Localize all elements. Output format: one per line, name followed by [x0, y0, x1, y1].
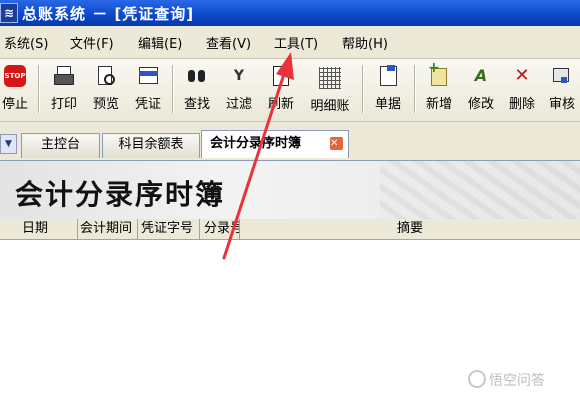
document-icon	[377, 65, 399, 87]
page-title: 会计分录序时簿	[15, 178, 226, 211]
filter-icon: Y	[233, 68, 245, 84]
menu-file[interactable]: 文件(F)	[70, 33, 114, 52]
menu-help[interactable]: 帮助(H)	[342, 33, 388, 52]
toolbar: STOP 停止 打印 预览 凭证 查找 Y 过滤 刷新 明细账 单据 新增	[0, 59, 580, 122]
banner-decoration	[380, 161, 580, 219]
toolbar-separator	[38, 65, 39, 113]
tab-label: 会计分录序时簿	[210, 136, 302, 151]
watermark: 悟空问答	[468, 370, 545, 390]
tab-account-balance[interactable]: 科目余额表	[102, 133, 200, 158]
audit-icon	[551, 65, 573, 87]
watermark-text: 悟空问答	[489, 373, 545, 389]
menu-edit[interactable]: 编辑(E)	[138, 33, 182, 52]
ledger-grid-icon	[319, 67, 341, 89]
column-header-period[interactable]: 会计期间	[78, 219, 138, 239]
menu-tools[interactable]: 工具(T)	[274, 33, 318, 52]
audit-button[interactable]: 审核	[546, 65, 578, 115]
tab-journal-entries[interactable]: 会计分录序时簿 ✕	[201, 130, 349, 158]
grid-header: 日期 会计期间 凭证字号 分录号 摘要	[0, 219, 580, 240]
menu-bar: 系统(S) 文件(F) 编辑(E) 查看(V) 工具(T) 帮助(H)	[0, 26, 580, 59]
ledger-button[interactable]: 明细账	[307, 65, 353, 115]
preview-label: 预览	[92, 97, 119, 112]
refresh-label: 刷新	[267, 97, 294, 112]
stop-icon: STOP	[4, 65, 26, 87]
stop-button[interactable]: STOP 停止	[0, 65, 30, 115]
window-titlebar: ≋ 总账系统 － [凭证查询]	[0, 0, 580, 26]
printer-icon	[53, 65, 75, 87]
edit-icon: A	[474, 66, 488, 85]
voucher-label: 凭证	[134, 97, 161, 112]
stop-label: 停止	[1, 97, 28, 112]
tab-label: 科目余额表	[118, 137, 184, 152]
menu-view[interactable]: 查看(V)	[206, 33, 251, 52]
app-logo-icon: ≋	[0, 3, 18, 23]
filter-label: 过滤	[225, 97, 252, 112]
toolbar-separator	[362, 65, 363, 113]
delete-button[interactable]: ✕ 删除	[506, 65, 538, 115]
refresh-button[interactable]: 刷新	[265, 65, 297, 115]
tab-main-console[interactable]: 主控台	[21, 133, 100, 158]
column-header-summary[interactable]: 摘要	[240, 219, 580, 239]
delete-icon: ✕	[514, 65, 530, 86]
find-button[interactable]: 查找	[181, 65, 213, 115]
page-header-banner: 会计分录序时簿	[0, 161, 580, 219]
tab-strip: ▼ 主控台 科目余额表 会计分录序时簿 ✕	[0, 122, 580, 161]
delete-label: 删除	[508, 97, 535, 112]
voucher-icon	[137, 65, 159, 87]
column-header-voucher-no[interactable]: 凭证字号	[138, 219, 200, 239]
filter-button[interactable]: Y 过滤	[223, 65, 255, 115]
print-button[interactable]: 打印	[48, 65, 80, 115]
preview-icon	[95, 65, 117, 87]
document-button[interactable]: 单据	[372, 65, 404, 115]
document-label: 单据	[374, 97, 401, 112]
column-header-entry-no[interactable]: 分录号	[200, 219, 240, 239]
voucher-button[interactable]: 凭证	[132, 65, 164, 115]
add-button[interactable]: 新增	[423, 60, 455, 115]
refresh-icon	[270, 65, 292, 87]
toolbar-separator	[414, 65, 415, 113]
find-label: 查找	[183, 97, 210, 112]
toolbar-separator	[172, 65, 173, 113]
binoculars-icon	[186, 65, 208, 87]
edit-button[interactable]: A 修改	[465, 65, 497, 115]
preview-button[interactable]: 预览	[90, 65, 122, 115]
column-header-date[interactable]: 日期	[0, 219, 78, 239]
window-title: 总账系统 － [凭证查询]	[22, 5, 195, 23]
audit-label: 审核	[548, 97, 575, 112]
close-tab-icon[interactable]: ✕	[330, 137, 343, 150]
add-icon	[428, 60, 450, 87]
print-label: 打印	[50, 97, 77, 112]
tab-nav-dropdown[interactable]: ▼	[0, 134, 17, 154]
watermark-logo-icon	[468, 370, 486, 388]
menu-system[interactable]: 系统(S)	[4, 33, 48, 52]
ledger-label: 明细账	[310, 99, 350, 114]
tab-label: 主控台	[40, 137, 80, 152]
edit-label: 修改	[467, 97, 494, 112]
add-label: 新增	[425, 97, 452, 112]
